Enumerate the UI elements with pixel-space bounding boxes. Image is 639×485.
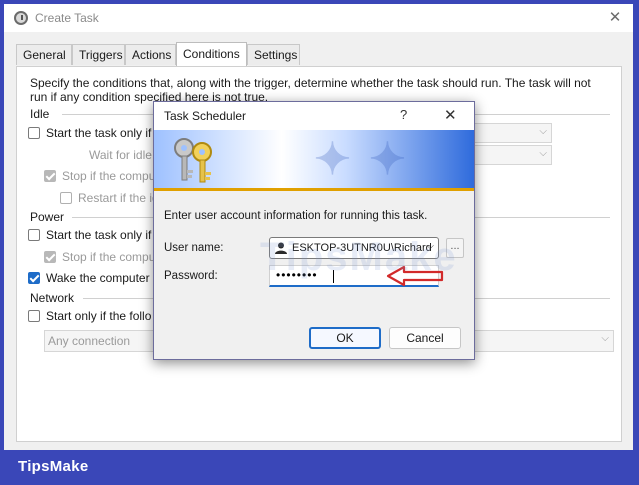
idle-restart-label: Restart if the id: [78, 191, 159, 205]
banner-rule: [154, 188, 474, 191]
idle-start-checkbox[interactable]: [28, 127, 40, 139]
banner-decoration: ✦: [314, 135, 351, 184]
keys-icon: [174, 138, 212, 183]
idle-wait-label: Wait for idle: [89, 148, 152, 162]
window-title: Create Task: [35, 11, 99, 25]
power-stop-checkbox[interactable]: [44, 251, 56, 263]
conditions-description: Specify the conditions that, along with …: [30, 76, 591, 104]
network-header: Network: [30, 291, 75, 305]
idle-wait-dropdown[interactable]: ⌵: [472, 145, 552, 165]
network-start-label: Start only if the follo: [46, 309, 152, 323]
idle-start-label: Start the task only if: [46, 126, 152, 140]
dialog-titlebar: Task Scheduler ? ✕: [154, 102, 474, 130]
close-icon[interactable]: ✕: [444, 106, 457, 124]
tab-conditions[interactable]: Conditions: [176, 42, 247, 66]
tab-triggers[interactable]: Triggers: [72, 44, 125, 65]
tab-settings[interactable]: Settings: [247, 44, 300, 65]
user-name-label: User name:: [164, 242, 224, 254]
dialog-title: Task Scheduler: [164, 109, 247, 123]
tab-general[interactable]: General: [16, 44, 72, 65]
wake-checkbox[interactable]: [28, 272, 40, 284]
power-header: Power: [30, 210, 65, 224]
tab-actions[interactable]: Actions: [125, 44, 176, 65]
idle-header: Idle: [30, 107, 50, 121]
network-connection-value: Any connection: [48, 334, 131, 348]
idle-stop-checkbox[interactable]: [44, 170, 56, 182]
close-icon[interactable]: ✕: [605, 8, 625, 28]
chevron-down-icon: ⌵: [539, 126, 547, 137]
brand-bar: TipsMake: [0, 450, 639, 485]
help-icon[interactable]: ?: [400, 107, 407, 122]
idle-duration-dropdown[interactable]: ⌵: [472, 123, 552, 143]
task-scheduler-dialog: Task Scheduler ? ✕ ✦ ✦ Enter user accoun…: [153, 101, 475, 360]
brand-logo: TipsMake: [18, 458, 89, 475]
cancel-button[interactable]: Cancel: [389, 327, 461, 349]
idle-restart-checkbox[interactable]: [60, 192, 72, 204]
ok-button[interactable]: OK: [309, 327, 381, 349]
dialog-banner: ✦ ✦: [154, 130, 474, 190]
power-start-label: Start the task only if: [46, 228, 152, 242]
network-start-checkbox[interactable]: [28, 310, 40, 322]
clock-icon: [14, 11, 28, 25]
chevron-down-icon: ⌵: [601, 333, 609, 344]
password-label: Password:: [164, 270, 218, 282]
watermark: TipsMake: [260, 235, 458, 279]
dialog-message: Enter user account information for runni…: [164, 210, 428, 222]
power-start-checkbox[interactable]: [28, 229, 40, 241]
power-stop-label: Stop if the compu: [62, 250, 156, 264]
idle-stop-label: Stop if the compu: [62, 169, 156, 183]
banner-decoration: ✦: [369, 135, 406, 184]
wake-label: Wake the computer: [46, 271, 150, 285]
chevron-down-icon: ⌵: [539, 148, 547, 159]
window-titlebar: Create Task ✕: [4, 4, 633, 32]
